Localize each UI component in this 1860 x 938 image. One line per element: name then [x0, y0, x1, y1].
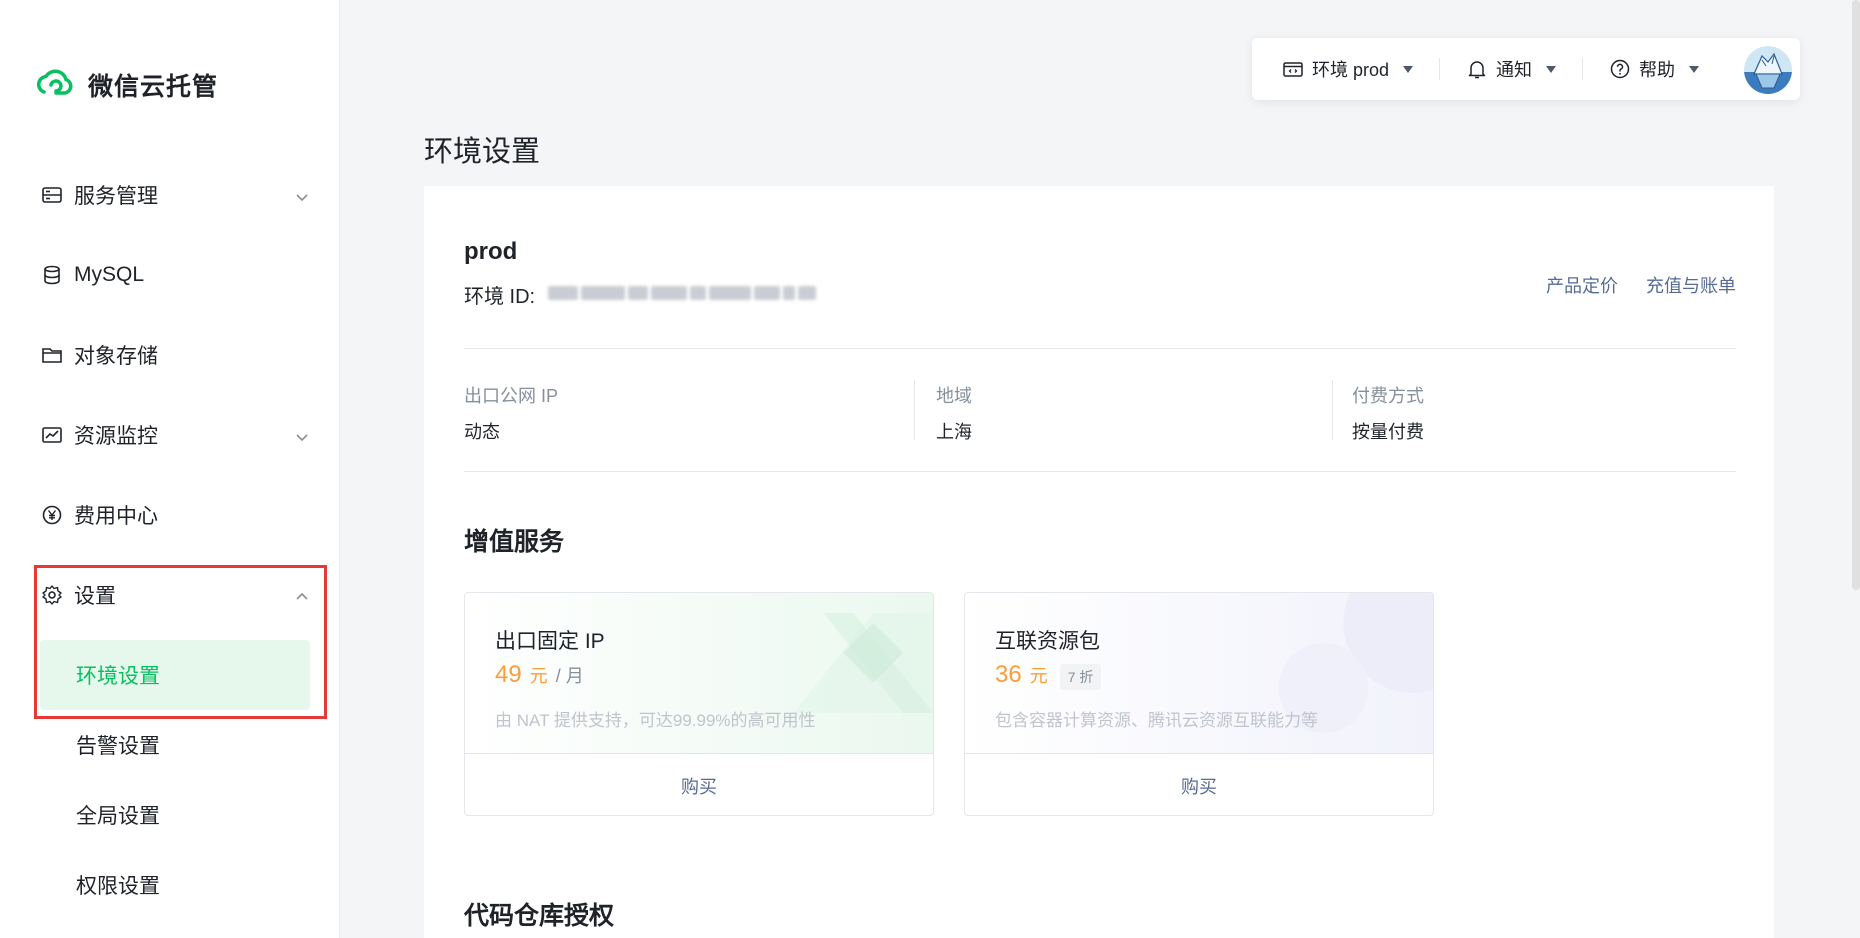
env-name: prod [464, 238, 518, 265]
column-divider [1332, 380, 1333, 440]
value-added-services-title: 增值服务 [464, 528, 565, 556]
notifications-label: 通知 [1496, 60, 1533, 80]
page-scrollbar[interactable] [1852, 0, 1860, 590]
env-settings-card: prod 环境 ID: 产品定价 充值与账单 出口公网 IP 动态 地域 上海 … [424, 186, 1774, 938]
service-name: 出口固定 IP [495, 630, 605, 653]
sidebar-item-label: 费用中心 [74, 505, 158, 528]
toolbar-divider [1439, 58, 1441, 80]
buy-resource-pack-button[interactable]: 购买 [965, 753, 1433, 815]
notifications-menu[interactable]: 通知 [1466, 56, 1557, 82]
region-label: 地域 [936, 386, 972, 406]
service-price: 49 元 / 月 [495, 661, 584, 689]
price-amount: 49 [495, 661, 522, 688]
server-icon [40, 183, 64, 207]
caret-down-icon [1689, 65, 1700, 73]
buy-fixed-ip-button[interactable]: 购买 [465, 753, 933, 815]
chevron-up-icon [294, 587, 310, 603]
page-title: 环境设置 [424, 136, 541, 168]
billing-link[interactable]: 充值与账单 [1646, 272, 1736, 298]
pricing-link[interactable]: 产品定价 [1546, 272, 1618, 298]
sidebar-subitem-alert-settings[interactable]: 告警设置 [40, 710, 310, 780]
env-switcher[interactable]: 环境 prod [1282, 56, 1414, 82]
sidebar-item-resource-monitor[interactable]: 资源监控 [40, 411, 310, 459]
column-divider [914, 380, 915, 440]
help-menu[interactable]: 帮助 [1609, 56, 1700, 82]
sidebar-subitem-permission-settings[interactable]: 权限设置 [40, 850, 310, 920]
region-value: 上海 [936, 422, 972, 442]
sidebar-item-settings[interactable]: 设置 [40, 571, 310, 619]
caret-down-icon [1403, 65, 1414, 73]
sidebar-subitem-env-settings[interactable]: 环境设置 [40, 640, 310, 710]
chevron-down-icon [294, 187, 310, 203]
toolbar-divider [1582, 58, 1584, 80]
help-label: 帮助 [1639, 60, 1676, 80]
user-avatar[interactable] [1744, 46, 1792, 94]
service-card-resource-pack: 互联资源包 36 元 7 折 包含容器计算资源、腾讯云资源互联能力等 购买 [964, 592, 1434, 816]
egress-ip-label: 出口公网 IP [464, 386, 559, 406]
sidebar: 微信云托管 服务管理 MySQL 对象存储 资源监控 费用中心 设置 环境设置 … [0, 0, 340, 938]
gear-icon [40, 583, 64, 607]
help-icon [1610, 59, 1630, 79]
app-name: 微信云托管 [88, 73, 219, 101]
sidebar-item-object-storage[interactable]: 对象存储 [40, 331, 310, 379]
yen-icon [40, 503, 64, 527]
env-id-label: 环境 ID: [464, 286, 536, 308]
price-currency: 元 [1029, 666, 1048, 686]
sidebar-item-label: MySQL [74, 263, 145, 286]
sidebar-item-billing-center[interactable]: 费用中心 [40, 491, 310, 539]
folder-icon [40, 343, 64, 367]
sidebar-item-label: 设置 [74, 585, 116, 608]
discount-badge: 7 折 [1059, 664, 1102, 690]
chevron-down-icon [294, 427, 310, 443]
billing-mode-label: 付费方式 [1352, 386, 1424, 406]
iceberg-avatar-icon [1744, 46, 1792, 94]
environment-icon [1283, 62, 1303, 77]
env-id-redacted [548, 282, 824, 304]
sidebar-item-label: 对象存储 [74, 345, 158, 368]
sidebar-item-label: 服务管理 [74, 185, 158, 208]
sidebar-item-mysql[interactable]: MySQL [40, 251, 310, 299]
price-currency: 元 [529, 666, 548, 686]
service-name: 互联资源包 [995, 630, 1100, 653]
price-amount: 36 [995, 661, 1022, 688]
monitor-icon [40, 423, 64, 447]
sidebar-item-label: 资源监控 [74, 425, 158, 448]
repo-auth-title: 代码仓库授权 [464, 902, 615, 930]
divider [464, 471, 1736, 472]
bell-icon [1468, 61, 1486, 79]
service-card-fixed-ip: 出口固定 IP 49 元 / 月 由 NAT 提供支持，可达99.99%的高可用… [464, 592, 934, 816]
billing-mode-value: 按量付费 [1352, 422, 1424, 442]
service-price: 36 元 7 折 [995, 661, 1102, 690]
price-unit: / 月 [555, 666, 584, 686]
env-switcher-label: 环境 prod [1312, 60, 1390, 80]
service-description: 包含容器计算资源、腾讯云资源互联能力等 [995, 711, 1318, 730]
caret-down-icon [1546, 65, 1557, 73]
database-icon [40, 263, 64, 287]
divider [464, 348, 1736, 349]
app-logo[interactable]: 微信云托管 [34, 64, 218, 106]
service-description: 由 NAT 提供支持，可达99.99%的高可用性 [495, 711, 816, 730]
sidebar-subitem-global-settings[interactable]: 全局设置 [40, 780, 310, 850]
wechat-cloud-logo-icon [37, 69, 73, 95]
top-toolbar: 环境 prod 通知 帮助 [1252, 38, 1800, 100]
sidebar-item-service-management[interactable]: 服务管理 [40, 171, 310, 219]
egress-ip-value: 动态 [464, 422, 500, 442]
